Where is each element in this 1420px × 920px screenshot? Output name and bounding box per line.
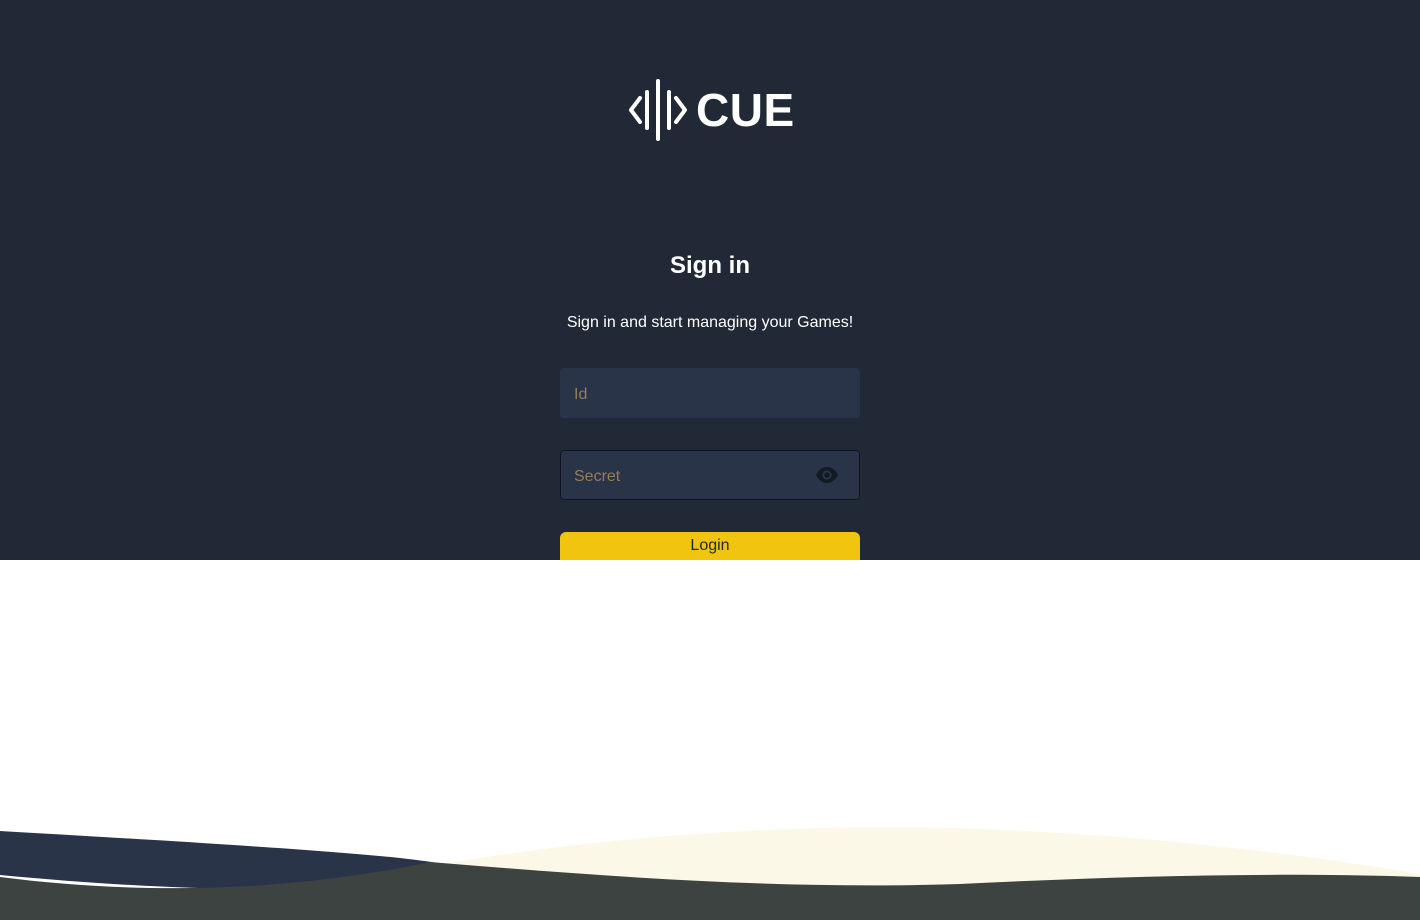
page-title: Sign in bbox=[670, 252, 750, 279]
login-button[interactable]: Login bbox=[560, 532, 860, 560]
page-subtitle: Sign in and start managing your Games! bbox=[566, 314, 854, 331]
secret-field bbox=[560, 450, 860, 500]
decorative-waves bbox=[0, 827, 1420, 920]
brand-logo: CUE bbox=[628, 78, 798, 142]
signin-panel: CUE Sign in Sign in and start managing y… bbox=[0, 0, 1420, 560]
cue-logo-icon bbox=[629, 79, 687, 141]
brand-name: CUE bbox=[696, 84, 795, 136]
id-input[interactable] bbox=[561, 369, 859, 417]
eye-icon[interactable] bbox=[815, 465, 839, 485]
id-field bbox=[560, 368, 860, 418]
